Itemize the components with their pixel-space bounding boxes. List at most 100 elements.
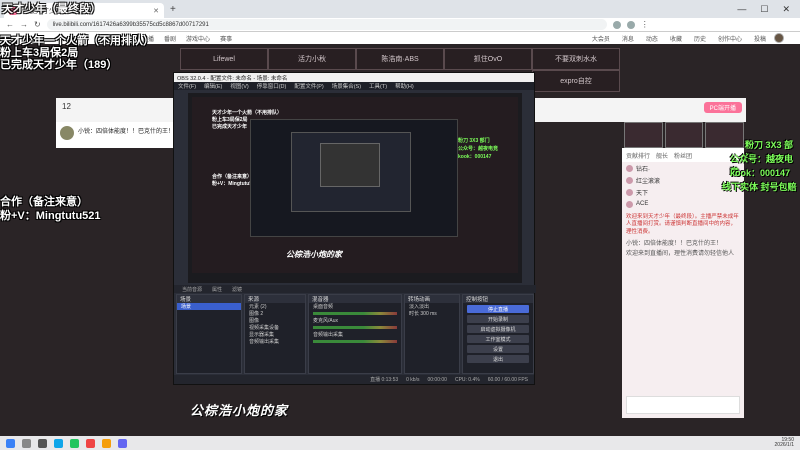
favorite-link[interactable]: 收藏: [670, 34, 682, 43]
list-item[interactable]: 钻石·: [622, 162, 744, 174]
taskview-icon[interactable]: [38, 438, 47, 448]
thumbnail[interactable]: [664, 122, 704, 148]
menu-scene-collection[interactable]: 场景集合(S): [332, 82, 361, 90]
url-input[interactable]: live.bilibili.com/1617426a6399b35575cd5c…: [46, 19, 607, 30]
menu-file[interactable]: 文件(F): [178, 82, 196, 90]
obs-status-bar: 直播 0:13:53 0 kb/s 00:00:00 CPU: 0.4% 60.…: [174, 375, 534, 384]
menu-help[interactable]: 帮助(H): [395, 82, 414, 90]
explorer-icon[interactable]: [102, 438, 111, 448]
fps: 60.00 / 60.00 FPS: [487, 376, 528, 383]
room-notice: 欢迎来到天才少年（最终段）。主播严禁未成年人直播间打赏。请谨慎判断直播间中的内容…: [626, 214, 739, 235]
pc-live-button[interactable]: PC端开播: [703, 102, 742, 113]
nav-anime[interactable]: 番剧: [164, 34, 176, 43]
volume-meter[interactable]: [313, 326, 397, 329]
virtual-camera-button[interactable]: 启动虚拟摄像机: [467, 325, 529, 333]
back-icon[interactable]: ←: [6, 20, 14, 29]
stop-streaming-button[interactable]: 停止直播: [467, 305, 529, 313]
category-button[interactable]: 活力小秋: [268, 48, 356, 70]
menu-profile[interactable]: 配置文件(P): [294, 82, 323, 90]
wechat-icon[interactable]: [70, 438, 79, 448]
clock-date: 2026/1/1: [774, 442, 794, 448]
menu-docks[interactable]: 停靠窗口(D): [257, 82, 287, 90]
exit-button[interactable]: 退出: [467, 355, 529, 363]
source-item[interactable]: 元素 (2): [245, 303, 305, 310]
reload-icon[interactable]: ↻: [34, 20, 41, 29]
upload-link[interactable]: 投稿: [754, 34, 766, 43]
edge-icon[interactable]: [54, 438, 63, 448]
source-item[interactable]: 视频采集设备: [245, 324, 305, 331]
extension-icon[interactable]: [612, 20, 621, 29]
category-button[interactable]: 不要双刺水水: [532, 48, 620, 70]
nav-game[interactable]: 游戏中心: [186, 34, 210, 43]
list-item[interactable]: ACE: [622, 198, 744, 210]
studio-mode-button[interactable]: 工作室模式: [467, 335, 529, 343]
vip-link[interactable]: 大会员: [592, 34, 610, 43]
green-info-4: 线下实体 封号包赔: [722, 182, 797, 192]
maximize-icon[interactable]: ☐: [760, 4, 768, 15]
close-tab-icon[interactable]: ✕: [153, 7, 159, 15]
thumbnail[interactable]: [624, 122, 663, 148]
sources-dock: 来源 元素 (2) 图像 2 图像 视频采集设备 显示器采集 音频输出采集: [244, 294, 306, 374]
start-recording-button[interactable]: 开始录制: [467, 315, 529, 323]
obs-app-icon[interactable]: [86, 438, 95, 448]
streamer-card[interactable]: 小锐：四倍体能度！！巴克什的王！: [56, 122, 176, 148]
menu-tools[interactable]: 工具(T): [369, 82, 387, 90]
extension-icon[interactable]: [626, 20, 635, 29]
start-icon[interactable]: [6, 438, 15, 448]
thumbnail[interactable]: [705, 122, 745, 148]
tab-fans[interactable]: 粉丝团: [674, 151, 692, 160]
category-button[interactable]: 抓住OvO: [444, 48, 532, 70]
avatar: [626, 188, 633, 196]
tab-captain[interactable]: 舰长: [656, 151, 668, 160]
preview-green: 粉刀 3X3 部门: [458, 138, 490, 144]
close-window-icon[interactable]: ✕: [782, 4, 790, 15]
dock-title: 控制按钮: [463, 295, 533, 303]
preview-logo: 公棕浩小炮的家: [286, 250, 342, 259]
volume-meter[interactable]: [313, 312, 397, 315]
mixer-dock: 混音器 桌面音频 麦克风/Aux 音频输出采集: [308, 294, 402, 374]
taskbar: [0, 436, 800, 450]
source-item[interactable]: 音频输出采集: [245, 338, 305, 345]
system-tray[interactable]: 19:50 2026/1/1: [775, 436, 794, 450]
transition-select[interactable]: 淡入淡出: [405, 303, 459, 310]
avatar[interactable]: [774, 33, 784, 43]
stream-time: 直播 0:13:53: [370, 377, 399, 383]
settings-button[interactable]: 设置: [467, 345, 529, 353]
category-button[interactable]: 陈浩南·ABS: [356, 48, 444, 70]
message-link[interactable]: 消息: [622, 34, 634, 43]
source-item[interactable]: 图像 2: [245, 310, 305, 317]
properties-button[interactable]: 属性: [212, 286, 222, 293]
forward-icon[interactable]: →: [20, 20, 28, 29]
tab-contribution[interactable]: 贡献排行: [626, 151, 650, 160]
nested-preview-3: [320, 143, 380, 187]
dynamic-link[interactable]: 动态: [646, 34, 658, 43]
filters-button[interactable]: 滤镜: [232, 286, 242, 293]
dock-title: 转场动画: [405, 295, 459, 303]
preview-overlay-line: 粉上车3局保2局: [212, 117, 248, 123]
creator-link[interactable]: 创作中心: [718, 34, 742, 43]
controls-dock: 控制按钮 停止直播 开始录制 启动虚拟摄像机 工作室模式 设置 退出: [462, 294, 534, 374]
menu-edit[interactable]: 编辑(E): [204, 82, 222, 90]
scene-item[interactable]: 场景: [177, 303, 241, 310]
nav-esports[interactable]: 赛事: [220, 34, 232, 43]
chat-input[interactable]: [626, 396, 740, 414]
volume-meter[interactable]: [313, 340, 397, 343]
category-button[interactable]: expro自控: [532, 70, 620, 92]
dock-title: 来源: [245, 295, 305, 303]
menu-view[interactable]: 视图(V): [230, 82, 248, 90]
transition-duration[interactable]: 时长 300 ms: [405, 310, 459, 317]
nested-preview-2: [291, 132, 411, 212]
source-item[interactable]: 显示器采集: [245, 331, 305, 338]
app-icon[interactable]: [118, 438, 127, 448]
menu-icon[interactable]: ⋮: [641, 20, 649, 29]
minimize-icon[interactable]: —: [737, 4, 746, 15]
obs-preview[interactable]: 天才少年一个火箭（不用排队） 粉上车3局保2局 已完成天才少年（189） 合作（…: [188, 93, 522, 283]
new-tab-icon[interactable]: +: [170, 4, 176, 15]
streamer-avatar[interactable]: [60, 126, 74, 140]
category-button[interactable]: Lifewel: [180, 48, 268, 70]
source-item[interactable]: 图像: [245, 317, 305, 324]
search-icon[interactable]: [22, 438, 31, 448]
cooperation-line-2: 粉+V：Mingtutu521: [0, 210, 101, 222]
history-link[interactable]: 历史: [694, 34, 706, 43]
preview-cooperation: 合作（备注来意）: [212, 174, 253, 180]
